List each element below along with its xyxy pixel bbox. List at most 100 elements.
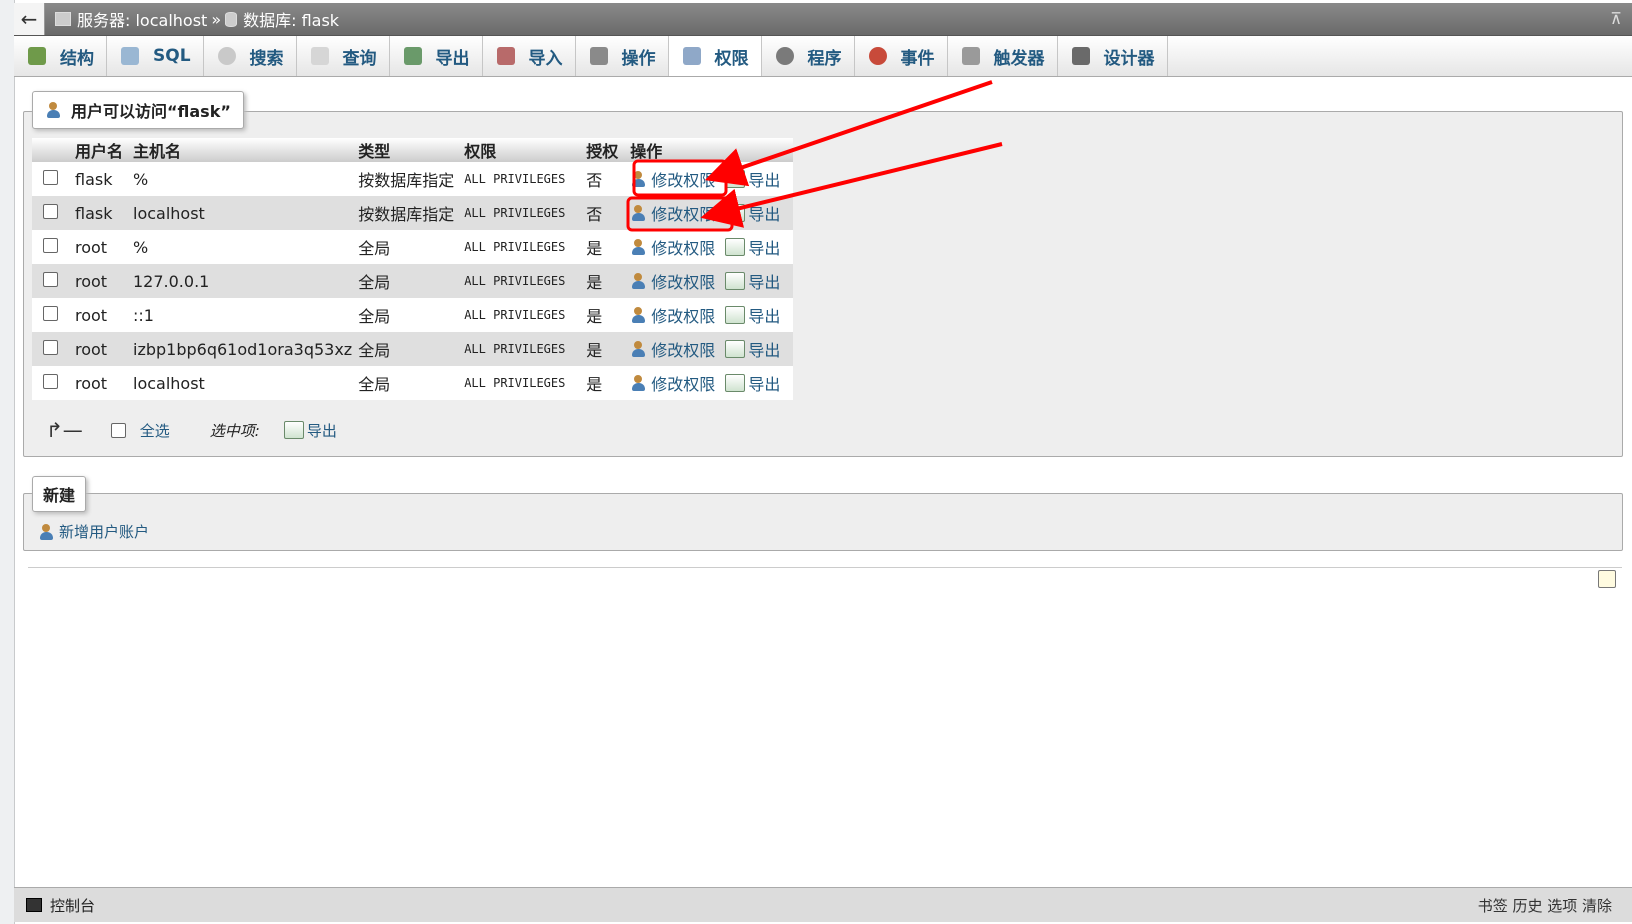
row-checkbox[interactable]	[43, 237, 58, 253]
tab-bar: 结构 SQL 搜索 查询 导出 导入 操作 权限 程序 事件 触发器 设计器	[14, 36, 1632, 77]
edit-privileges-link[interactable]: 修改权限	[630, 269, 715, 293]
cell-grant: 是	[583, 230, 628, 264]
cell-username: flask	[72, 196, 130, 230]
arrow-up-icon: ↱—	[46, 418, 83, 442]
export-link[interactable]: 导出	[725, 371, 780, 395]
breadcrumb-database[interactable]: 数据库: flask	[243, 7, 339, 31]
search-icon	[217, 47, 236, 65]
header-hostname[interactable]: 主机名	[130, 138, 356, 162]
new-fieldset	[23, 493, 1623, 551]
edit-privileges-link[interactable]: 修改权限	[630, 235, 715, 259]
tab-label: 事件	[900, 48, 935, 69]
row-checkbox[interactable]	[43, 169, 58, 185]
cell-grant: 是	[583, 298, 628, 332]
table-row: root izbp1bp6q61od1ora3q53xz 全局 ALL PRIV…	[32, 332, 794, 366]
header-grant[interactable]: 授权	[583, 138, 628, 162]
tab-designer[interactable]: 设计器	[1058, 36, 1168, 76]
tab-search[interactable]: 搜索	[204, 36, 297, 76]
new-legend: 新建	[32, 476, 87, 512]
console-actions[interactable]: 书签 历史 选项 清除	[1478, 895, 1612, 916]
edit-privileges-link[interactable]: 修改权限	[630, 201, 715, 225]
back-arrow-icon[interactable]: ←	[14, 3, 45, 35]
tab-query[interactable]: 查询	[297, 36, 390, 76]
cell-hostname: %	[130, 162, 356, 196]
export-link[interactable]: 导出	[725, 235, 780, 259]
cell-hostname: localhost	[130, 196, 356, 230]
tab-label: SQL	[153, 46, 191, 66]
cell-username: root	[72, 264, 130, 298]
cell-type: 全局	[355, 366, 462, 400]
table-row: root 127.0.0.1 全局 ALL PRIVILEGES 是 修改权限 …	[32, 264, 794, 298]
edit-label: 修改权限	[651, 170, 716, 190]
designer-icon	[1071, 47, 1090, 65]
add-user-label: 新增用户账户	[59, 523, 150, 541]
tab-triggers[interactable]: 触发器	[948, 36, 1058, 76]
cell-privileges: ALL PRIVILEGES	[461, 366, 584, 400]
export-icon	[725, 271, 746, 290]
export-icon	[725, 305, 746, 324]
edit-user-icon	[630, 374, 648, 392]
tab-export[interactable]: 导出	[390, 36, 483, 76]
tab-label: 程序	[807, 48, 842, 69]
export-link[interactable]: 导出	[725, 167, 780, 191]
edit-label: 修改权限	[651, 238, 716, 258]
tab-routines[interactable]: 程序	[762, 36, 855, 76]
export-icon	[725, 237, 746, 256]
export-link[interactable]: 导出	[725, 269, 780, 293]
console-bar[interactable]: 控制台 书签 历史 选项 清除	[14, 887, 1632, 922]
breadcrumb-server[interactable]: 服务器: localhost	[77, 7, 207, 31]
sql-icon	[121, 47, 139, 65]
tab-structure[interactable]: 结构	[14, 36, 107, 76]
tab-privileges[interactable]: 权限	[668, 36, 762, 76]
edit-label: 修改权限	[651, 272, 716, 292]
export-icon	[283, 421, 304, 439]
cell-type: 按数据库指定	[355, 196, 462, 230]
edit-privileges-link[interactable]: 修改权限	[630, 167, 715, 191]
tab-operations[interactable]: 操作	[576, 36, 669, 76]
select-all-checkbox[interactable]	[110, 422, 126, 438]
cell-username: root	[72, 366, 130, 400]
export-label: 导出	[748, 204, 781, 224]
bulk-export-label: 导出	[306, 421, 337, 440]
routines-icon	[775, 47, 794, 65]
notepad-icon[interactable]	[1598, 570, 1616, 588]
export-link[interactable]: 导出	[725, 201, 780, 225]
row-checkbox[interactable]	[43, 339, 58, 355]
header-username[interactable]: 用户名	[72, 138, 130, 162]
edit-user-icon	[630, 204, 648, 222]
row-checkbox[interactable]	[43, 203, 58, 219]
edit-privileges-link[interactable]: 修改权限	[630, 303, 715, 327]
header-type[interactable]: 类型	[355, 138, 462, 162]
table-header-row: 用户名 主机名 类型 权限 授权 操作	[32, 138, 794, 162]
row-checkbox[interactable]	[43, 373, 58, 389]
header-privileges[interactable]: 权限	[461, 138, 584, 162]
bulk-export-button[interactable]: 导出	[283, 420, 337, 441]
export-label: 导出	[748, 340, 781, 360]
user-group-icon	[45, 101, 63, 119]
tab-import[interactable]: 导入	[483, 36, 576, 76]
export-link[interactable]: 导出	[725, 303, 780, 327]
database-icon	[225, 11, 238, 27]
edit-privileges-link[interactable]: 修改权限	[630, 371, 715, 395]
export-link[interactable]: 导出	[725, 337, 780, 361]
table-row: root localhost 全局 ALL PRIVILEGES 是 修改权限 …	[32, 366, 794, 400]
add-user-link[interactable]: 新增用户账户	[38, 521, 149, 542]
row-checkbox[interactable]	[43, 305, 58, 321]
console-label[interactable]: 控制台	[50, 895, 95, 916]
collapse-icon[interactable]: ⊼	[1610, 9, 1622, 28]
edit-user-icon	[630, 238, 648, 256]
tab-events[interactable]: 事件	[855, 36, 948, 76]
export-label: 导出	[748, 170, 781, 190]
tab-sql[interactable]: SQL	[107, 36, 204, 76]
add-user-icon	[38, 523, 56, 541]
cell-hostname: izbp1bp6q61od1ora3q53xz	[130, 332, 356, 366]
select-all-label[interactable]: 全选	[140, 420, 170, 441]
row-checkbox[interactable]	[43, 271, 58, 287]
edit-privileges-link[interactable]: 修改权限	[630, 337, 715, 361]
new-legend-text: 新建	[43, 486, 76, 505]
table-row: root ::1 全局 ALL PRIVILEGES 是 修改权限 导出	[32, 298, 794, 332]
edit-label: 修改权限	[651, 374, 716, 394]
tab-label: 结构	[60, 48, 94, 69]
cell-username: root	[72, 230, 130, 264]
header-actions: 操作	[627, 138, 794, 162]
